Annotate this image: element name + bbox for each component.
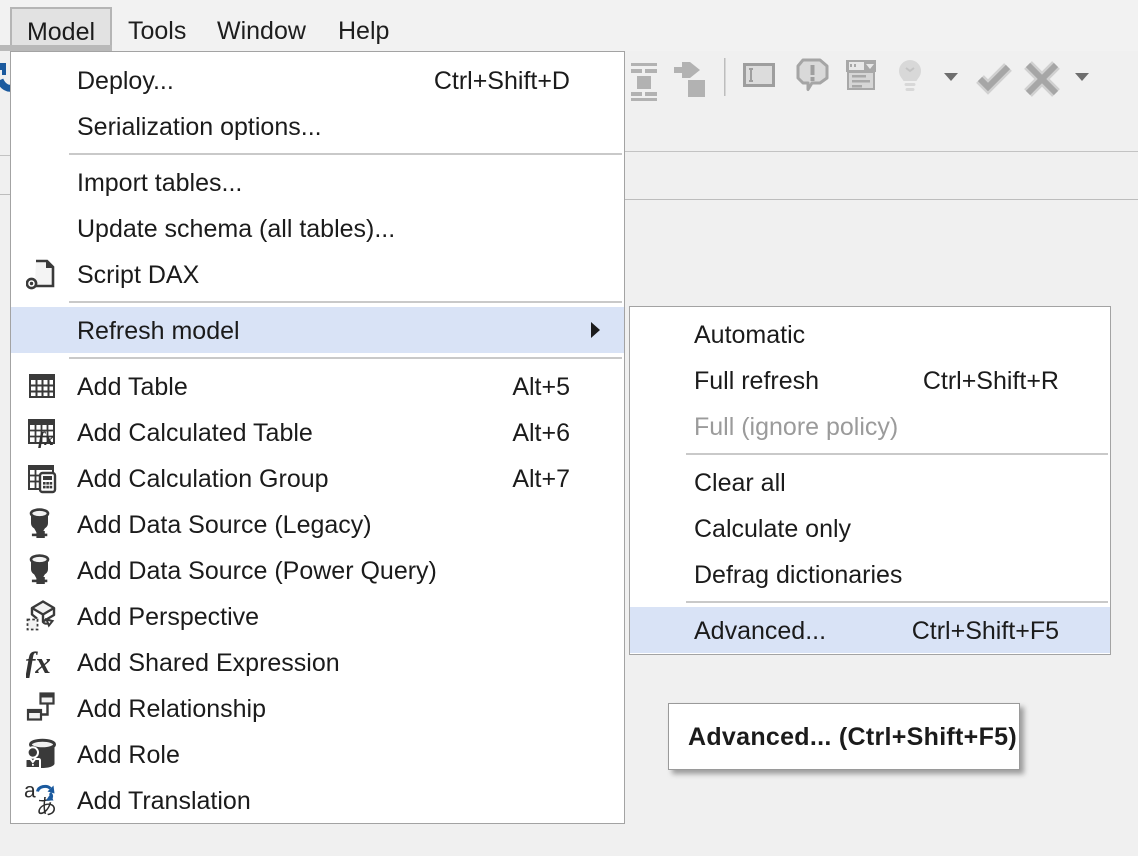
- svg-text:fx: fx: [26, 646, 51, 678]
- svg-text:fx: fx: [38, 429, 54, 448]
- svg-text:a: a: [24, 780, 36, 803]
- svg-text:あ: あ: [36, 796, 57, 819]
